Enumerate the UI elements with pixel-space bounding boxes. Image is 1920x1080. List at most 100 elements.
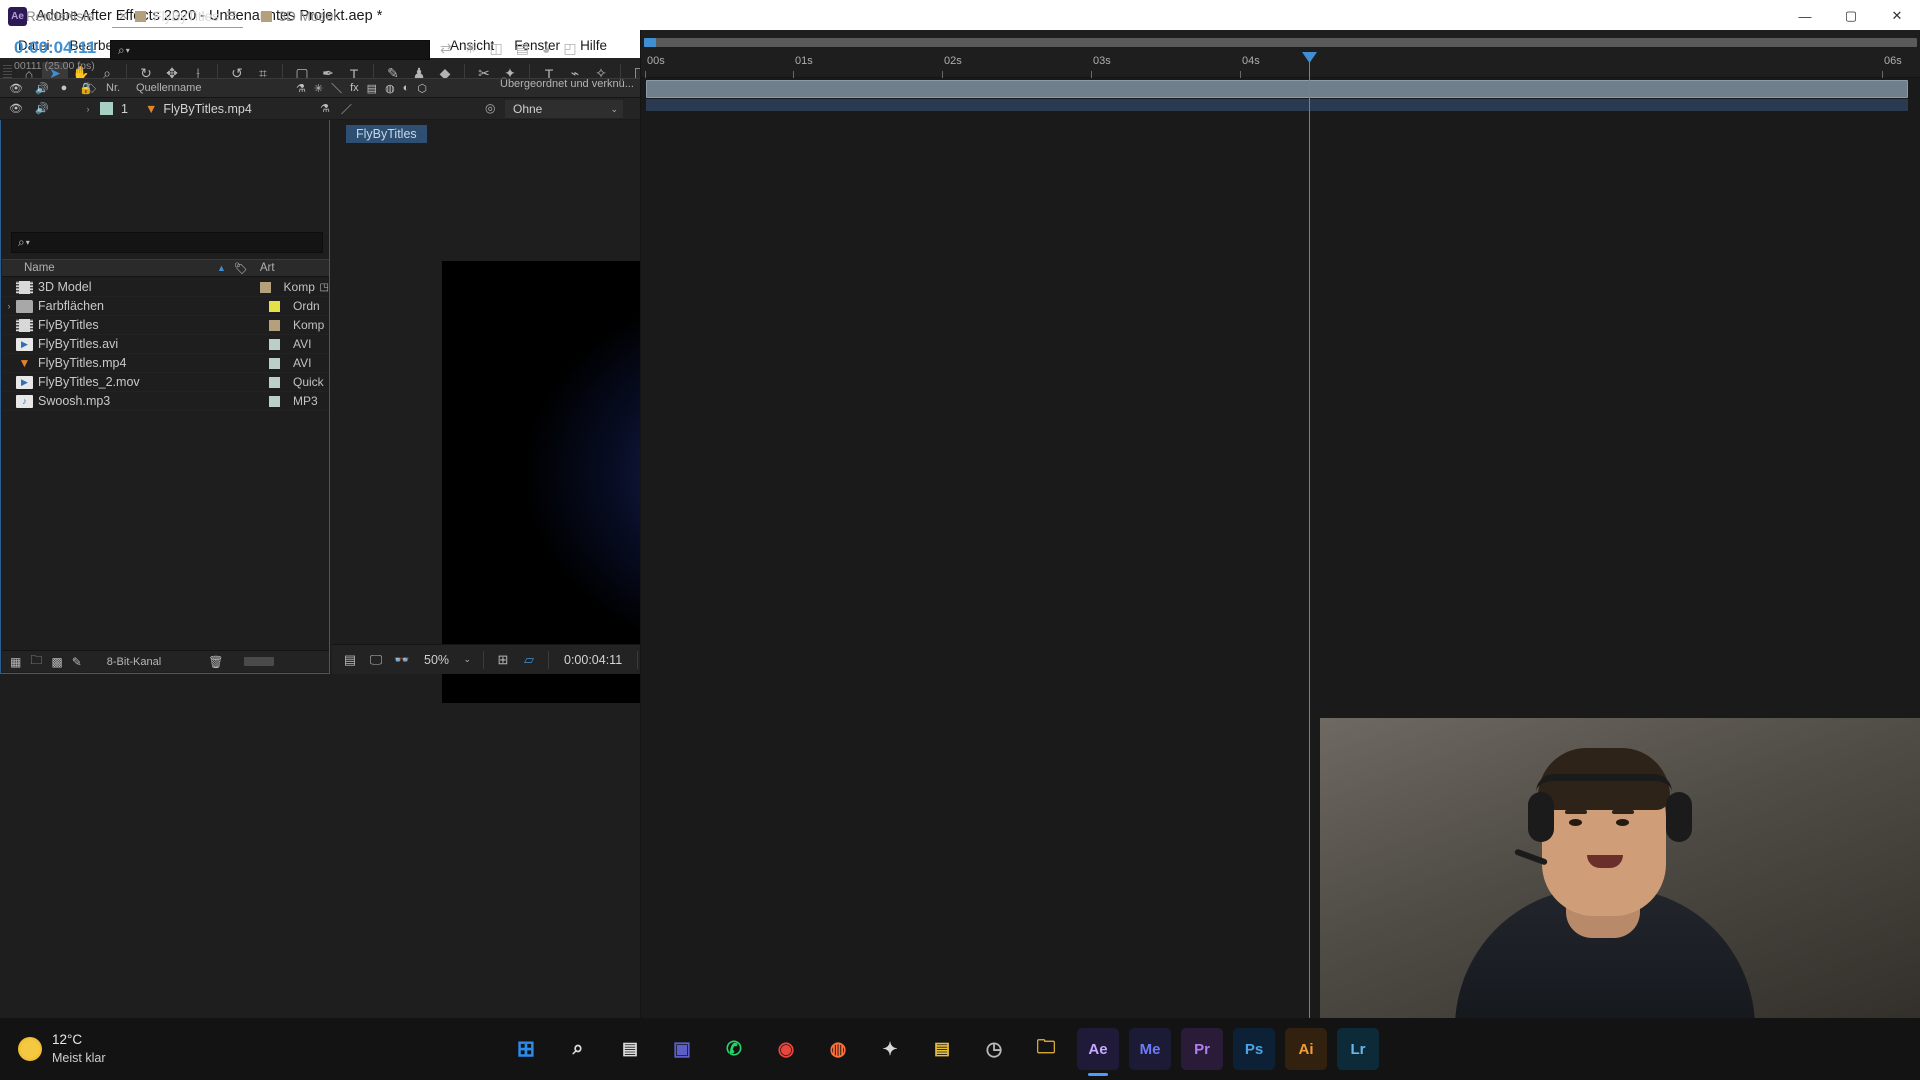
layer-color-swatch[interactable] xyxy=(100,102,113,115)
premiere-pro-icon[interactable]: Pr xyxy=(1181,1028,1223,1070)
label-color-swatch[interactable] xyxy=(269,376,280,388)
close-button[interactable]: ✕ xyxy=(1874,0,1920,32)
motion-blur-icon: ◍ xyxy=(385,82,395,95)
scrollbar-knob[interactable] xyxy=(644,38,656,47)
label-color-swatch[interactable] xyxy=(269,319,280,331)
shy-icon[interactable]: ⚗ xyxy=(320,102,330,115)
composition-mini-flowchart-icon[interactable]: ⇄ xyxy=(440,40,452,57)
motion-blur-icon[interactable]: ◕ xyxy=(542,41,550,57)
shy-icon: ⚗ xyxy=(296,82,306,95)
label-color-swatch[interactable] xyxy=(269,395,280,407)
windows-taskbar: 12°C Meist klar ⊞ ⌕ ▤ ▣ ✆ ◉ ◍ ✦ ▤ ◷ 🗀 Ae… xyxy=(0,1018,1920,1080)
photoshop-icon[interactable]: Ps xyxy=(1233,1028,1275,1070)
list-item[interactable]: ▼ FlyByTitles.mp4 AVI xyxy=(2,354,329,373)
file-type: AVI xyxy=(293,337,312,351)
tab-flybytitles[interactable]: ✕ FlyByTitles ☰ xyxy=(106,1,248,31)
layer-track-shadow xyxy=(646,99,1908,111)
interpret-footage-icon[interactable]: ✎ xyxy=(72,655,82,669)
main-viewer-icon[interactable]: 🖵 xyxy=(364,649,388,671)
task-view-button[interactable]: ▤ xyxy=(609,1028,651,1070)
column-name-label[interactable]: Name xyxy=(2,262,217,274)
file-explorer-icon[interactable]: 🗀 xyxy=(1025,1028,1067,1070)
minimize-button[interactable]: — xyxy=(1782,0,1828,32)
whatsapp-icon[interactable]: ✆ xyxy=(713,1028,755,1070)
graph-editor-icon[interactable]: ◰ xyxy=(563,40,576,57)
opera-icon[interactable]: ◉ xyxy=(765,1028,807,1070)
new-composition-icon[interactable]: ▦ xyxy=(10,655,21,669)
bit-depth-label[interactable]: 8-Bit-Kanal xyxy=(107,656,161,668)
chevron-down-icon: ▾ xyxy=(125,45,130,55)
timeline-search-input[interactable]: ⌕ ▾ xyxy=(110,40,430,60)
layer-name-label: FlyByTitles.mp4 xyxy=(163,101,252,116)
sun-icon xyxy=(18,1037,42,1061)
fx-icon: fx xyxy=(350,82,359,94)
illustrator-icon[interactable]: Ai xyxy=(1285,1028,1327,1070)
label-color-swatch[interactable] xyxy=(259,281,271,293)
new-folder-icon[interactable]: 🗀 xyxy=(30,651,42,672)
weather-widget[interactable]: 12°C Meist klar xyxy=(0,1031,230,1066)
frame-blending-icon[interactable]: ▤ xyxy=(516,40,529,57)
list-item[interactable]: ▶ FlyByTitles_2.mov Quick xyxy=(2,373,329,392)
project-footer-slider[interactable] xyxy=(244,657,274,666)
delete-icon[interactable]: 🗑 xyxy=(208,655,223,669)
timeline-ruler[interactable]: 00s 01s 02s 03s 04s 06s xyxy=(641,52,1920,78)
list-item[interactable]: 3D Model Komp ◳ xyxy=(2,278,329,297)
timeline-scrollbar[interactable] xyxy=(644,38,1917,47)
parent-select[interactable]: Ohne ⌄ xyxy=(505,100,623,118)
breadcrumb-item[interactable]: FlyByTitles xyxy=(346,125,427,143)
search-button[interactable]: ⌕ xyxy=(557,1028,599,1070)
expand-arrow[interactable]: › xyxy=(2,301,16,311)
speaker-icon[interactable]: 🔊 xyxy=(35,102,49,115)
maximize-button[interactable]: ▢ xyxy=(1828,0,1874,32)
current-timecode[interactable]: 0:00:04:11 xyxy=(556,653,630,667)
composition-swatch xyxy=(260,10,272,22)
composition-swatch xyxy=(135,10,147,22)
draft-3d-icon[interactable]: ✳ xyxy=(465,40,477,57)
solo-icon: ● xyxy=(60,81,68,94)
teams-icon[interactable]: ▣ xyxy=(661,1028,703,1070)
grid-guides-icon[interactable]: ⊞ xyxy=(491,649,515,671)
quality-icon[interactable]: ／ xyxy=(341,101,352,117)
column-type-label[interactable]: Art xyxy=(260,262,275,274)
weather-temperature: 12°C xyxy=(52,1032,83,1048)
sort-ascending-icon[interactable]: ▲ xyxy=(217,263,226,273)
project-settings-icon[interactable]: ▩ xyxy=(51,655,62,669)
expand-arrow[interactable]: › xyxy=(76,104,100,114)
hide-shy-icon[interactable]: ◫ xyxy=(489,40,502,57)
3d-glasses-icon[interactable]: 👓 xyxy=(390,649,414,671)
media-encoder-icon[interactable]: Me xyxy=(1129,1028,1171,1070)
start-button[interactable]: ⊞ xyxy=(505,1028,547,1070)
lightroom-icon[interactable]: Lr xyxy=(1337,1028,1379,1070)
label-color-swatch[interactable] xyxy=(269,300,280,312)
label-color-swatch[interactable] xyxy=(269,357,280,369)
file-type: MP3 xyxy=(293,394,318,408)
always-preview-icon[interactable]: ▤ xyxy=(338,649,362,671)
layer-number: 1 xyxy=(121,101,128,116)
clock-icon[interactable]: ◷ xyxy=(973,1028,1015,1070)
weather-text: 12°C Meist klar xyxy=(52,1031,105,1066)
firefox-icon[interactable]: ◍ xyxy=(817,1028,859,1070)
label-color-swatch[interactable] xyxy=(269,338,280,350)
notes-icon[interactable]: ▤ xyxy=(921,1028,963,1070)
project-search-input[interactable]: ⌕ ▾ xyxy=(11,232,323,253)
list-item[interactable]: ▶ FlyByTitles.avi AVI xyxy=(2,335,329,354)
layer-track-bar[interactable] xyxy=(646,80,1908,98)
spiral-icon[interactable]: ◎ xyxy=(485,101,495,115)
handbrake-icon[interactable]: ✦ xyxy=(869,1028,911,1070)
ruler-tick-label: 04s xyxy=(1242,55,1260,67)
timeline-timecode[interactable]: 0:00:04:11 xyxy=(14,38,96,58)
tab-renderliste[interactable]: Renderliste xyxy=(14,1,106,31)
list-item[interactable]: ♪ Swoosh.mp3 MP3 xyxy=(2,392,329,411)
eye-icon[interactable]: 👁 xyxy=(9,102,23,115)
tab-flybytitles-label: FlyByTitles xyxy=(153,8,219,24)
after-effects-icon[interactable]: Ae xyxy=(1077,1028,1119,1070)
region-of-interest-icon[interactable]: ▱ xyxy=(517,649,541,671)
person-eye-left xyxy=(1569,819,1582,826)
hamburger-icon[interactable]: ☰ xyxy=(226,9,237,23)
playhead[interactable] xyxy=(1302,52,1317,1058)
list-item[interactable]: › Farbflächen Ordn xyxy=(2,297,329,316)
zoom-level-select[interactable]: 50% ⌄ xyxy=(416,650,476,670)
list-item[interactable]: FlyByTitles Komp xyxy=(2,316,329,335)
tab-3d-model[interactable]: 3D Model xyxy=(249,1,349,31)
close-icon[interactable]: ✕ xyxy=(118,9,128,23)
